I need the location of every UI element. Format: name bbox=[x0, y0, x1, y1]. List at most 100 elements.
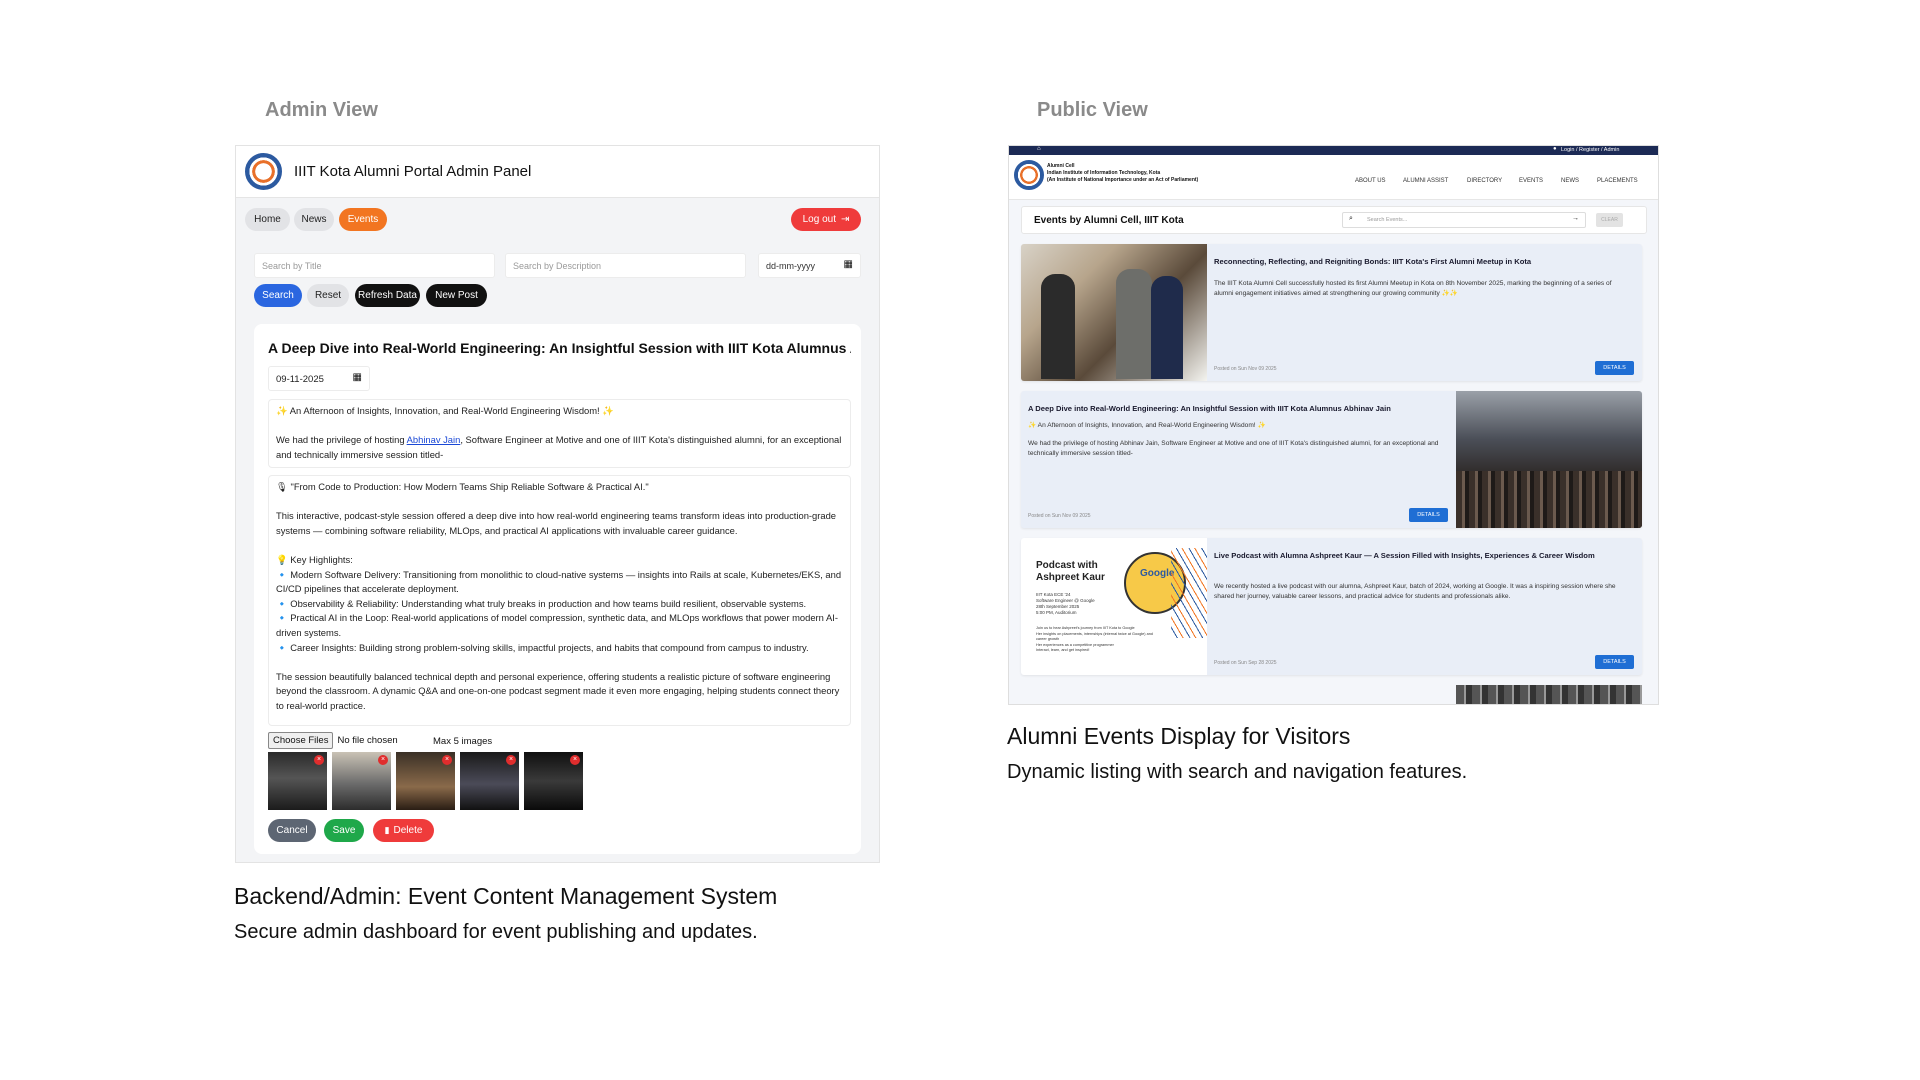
uploaded-image-thumbnail[interactable]: × bbox=[524, 752, 583, 810]
nav-home-button[interactable]: Home bbox=[245, 208, 290, 231]
uploaded-image-thumbnail[interactable]: × bbox=[396, 752, 455, 810]
highlight-item: 🔹 Practical AI in the Loop: Real-world a… bbox=[276, 612, 838, 638]
events-search-bar: Events by Alumni Cell, IIIT Kota ⌕ Searc… bbox=[1021, 206, 1647, 234]
event-title[interactable]: Live Podcast with Alumna Ashpreet Kaur —… bbox=[1214, 551, 1624, 561]
events-heading: Events by Alumni Cell, IIIT Kota bbox=[1034, 215, 1184, 226]
event-card[interactable]: Podcast with Ashpreet Kaur IIIT Kota ECE… bbox=[1021, 538, 1642, 675]
org-line: Indian Institute of Information Technolo… bbox=[1047, 170, 1161, 176]
login-register-links[interactable]: Login / Register / Admin bbox=[1561, 147, 1619, 153]
nav-about-us[interactable]: ABOUT US bbox=[1355, 178, 1386, 184]
remove-image-icon[interactable]: × bbox=[378, 755, 388, 765]
nav-news[interactable]: NEWS bbox=[1561, 178, 1579, 184]
event-summary: We had the privilege of hosting Abhinav … bbox=[1028, 440, 1439, 457]
admin-caption-subtitle: Secure admin dashboard for event publish… bbox=[234, 921, 758, 943]
event-photo bbox=[1456, 391, 1642, 528]
remove-image-icon[interactable]: × bbox=[442, 755, 452, 765]
cancel-button[interactable]: Cancel bbox=[268, 819, 316, 842]
public-caption-subtitle: Dynamic listing with search and navigati… bbox=[1007, 761, 1468, 783]
alumnus-link[interactable]: Abhinav Jain bbox=[407, 434, 461, 445]
remove-image-icon[interactable]: × bbox=[314, 755, 324, 765]
arrow-right-icon[interactable]: → bbox=[1572, 215, 1579, 222]
admin-panel-screenshot: IIIT Kota Alumni Portal Admin Panel Home… bbox=[235, 145, 880, 863]
post-intro-textarea[interactable]: ✨ An Afternoon of Insights, Innovation, … bbox=[268, 399, 851, 468]
nav-news-button[interactable]: News bbox=[294, 208, 334, 231]
nav-alumni-assist[interactable]: ALUMNI ASSIST bbox=[1403, 178, 1448, 184]
uploaded-image-thumbnail[interactable]: × bbox=[268, 752, 327, 810]
user-icon: ● bbox=[1553, 146, 1557, 152]
refresh-data-button[interactable]: Refresh Data bbox=[355, 284, 420, 307]
event-edit-card: A Deep Dive into Real-World Engineering:… bbox=[254, 324, 861, 854]
logout-icon: ⇥ bbox=[840, 214, 850, 225]
logout-button[interactable]: Log out ⇥ bbox=[791, 208, 861, 231]
event-card[interactable]: A Deep Dive into Real-World Engineering:… bbox=[1021, 391, 1642, 528]
reset-button[interactable]: Reset bbox=[307, 284, 349, 307]
clear-button[interactable]: CLEAR bbox=[1596, 213, 1623, 227]
event-card[interactable]: Reconnecting, Reflecting, and Reigniting… bbox=[1021, 244, 1642, 381]
post-body-textarea[interactable]: 🎙 "From Code to Production: How Modern T… bbox=[268, 475, 851, 726]
highlight-item: 🔹 Career Insights: Building strong probl… bbox=[276, 641, 809, 653]
google-badge: Google bbox=[1140, 568, 1175, 579]
public-header: Alumni Cell Indian Institute of Informat… bbox=[1009, 155, 1658, 200]
new-post-button[interactable]: New Post bbox=[426, 284, 487, 307]
remove-image-icon[interactable]: × bbox=[570, 755, 580, 765]
poster-bullet: Interact, learn, and get inspired! bbox=[1036, 648, 1090, 652]
closing-paragraph: The session beautifully balanced technic… bbox=[276, 670, 840, 711]
event-summary-headline: ✨ An Afternoon of Insights, Innovation, … bbox=[1028, 422, 1266, 429]
search-placeholder: Search Events... bbox=[1367, 217, 1408, 223]
filter-date-input[interactable]: dd-mm-yyyy ▦ bbox=[758, 253, 861, 278]
poster-details: IIIT Kota ECE '24 Software Engineer @ Go… bbox=[1036, 592, 1122, 616]
decorative-lines bbox=[1171, 548, 1207, 638]
nav-directory[interactable]: DIRECTORY bbox=[1467, 178, 1502, 184]
public-view-screenshot: ⌂ ● Login / Register / Admin Alumni Cell… bbox=[1008, 145, 1659, 705]
person-figure bbox=[1041, 274, 1075, 379]
details-button[interactable]: DETAILS bbox=[1595, 655, 1634, 669]
public-caption-heading: Alumni Events Display for Visitors bbox=[1007, 723, 1351, 749]
delete-button[interactable]: ▮ Delete bbox=[373, 819, 434, 842]
intro-pre-text: We had the privilege of hosting bbox=[276, 434, 407, 446]
search-description-input[interactable]: Search by Description bbox=[505, 253, 746, 278]
admin-caption-heading: Backend/Admin: Event Content Management … bbox=[234, 883, 778, 909]
institute-logo[interactable] bbox=[1014, 160, 1044, 190]
intro-headline: ✨ An Afternoon of Insights, Innovation, … bbox=[276, 405, 614, 416]
uploaded-image-thumbnail[interactable]: × bbox=[332, 752, 391, 810]
person-figure bbox=[1151, 276, 1183, 379]
home-icon[interactable]: ⌂ bbox=[1037, 146, 1041, 152]
logout-label: Log out bbox=[802, 214, 836, 225]
session-title: 🎙 "From Code to Production: How Modern T… bbox=[276, 481, 649, 492]
event-summary: We recently hosted a live podcast with o… bbox=[1214, 583, 1616, 600]
nav-events-button[interactable]: Events bbox=[339, 208, 387, 231]
org-name: Alumni Cell Indian Institute of Informat… bbox=[1047, 163, 1198, 184]
event-summary: The IIIT Kota Alumni Cell successfully h… bbox=[1214, 280, 1612, 297]
highlights-heading: 💡 Key Highlights: bbox=[276, 553, 353, 565]
poster-bullets: Join us to hear Ashpreet's journey from … bbox=[1036, 626, 1161, 654]
poster-bullet: Her insights on placements, internships … bbox=[1036, 631, 1153, 642]
highlight-item: 🔹 Observability & Reliability: Understan… bbox=[276, 597, 807, 609]
post-title-field[interactable]: A Deep Dive into Real-World Engineering:… bbox=[268, 340, 851, 356]
choose-files-button[interactable]: Choose Files bbox=[268, 732, 334, 749]
details-button[interactable]: DETAILS bbox=[1595, 361, 1634, 375]
search-title-input[interactable]: Search by Title bbox=[254, 253, 495, 278]
admin-title: IIIT Kota Alumni Portal Admin Panel bbox=[294, 163, 532, 180]
nav-events[interactable]: EVENTS bbox=[1519, 178, 1543, 184]
poster-title: Podcast with Ashpreet Kaur bbox=[1036, 560, 1105, 583]
session-description: This interactive, podcast-style session … bbox=[276, 510, 837, 536]
event-title[interactable]: A Deep Dive into Real-World Engineering:… bbox=[1028, 404, 1448, 414]
person-figure bbox=[1116, 269, 1152, 379]
max-images-note: Max 5 images bbox=[433, 736, 493, 747]
details-button[interactable]: DETAILS bbox=[1409, 508, 1448, 522]
calendar-icon: ▦ bbox=[843, 259, 853, 270]
post-date-field[interactable]: 09-11-2025 ▦ bbox=[268, 366, 370, 391]
uploaded-image-thumbnail[interactable]: × bbox=[460, 752, 519, 810]
admin-view-heading: Admin View bbox=[265, 99, 378, 121]
search-button[interactable]: Search bbox=[254, 284, 302, 307]
events-search-input[interactable]: ⌕ Search Events... → bbox=[1342, 212, 1586, 228]
remove-image-icon[interactable]: × bbox=[506, 755, 516, 765]
save-button[interactable]: Save bbox=[324, 819, 364, 842]
nav-placements[interactable]: PLACEMENTS bbox=[1597, 178, 1638, 184]
event-title[interactable]: Reconnecting, Reflecting, and Reigniting… bbox=[1214, 257, 1624, 267]
admin-header: IIIT Kota Alumni Portal Admin Panel bbox=[236, 146, 879, 198]
search-icon: ⌕ bbox=[1349, 215, 1353, 222]
institute-logo bbox=[245, 153, 282, 190]
file-upload-row: Choose Files No file chosen bbox=[268, 732, 398, 749]
event-date: Posted on Sun Nov 09 2025 bbox=[1028, 513, 1091, 519]
